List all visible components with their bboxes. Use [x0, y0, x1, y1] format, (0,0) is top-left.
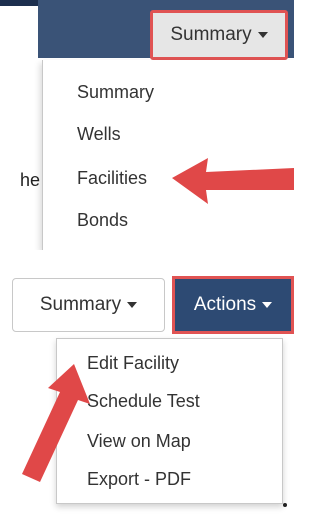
bottom-panel: Summary Actions Edit Facility Schedule T…: [0, 276, 294, 515]
tutorial-screenshot: Summary Summary Wells Facilities Bonds h…: [0, 0, 294, 515]
red-arrow-icon: [22, 364, 90, 482]
stray-dot: [283, 503, 287, 507]
top-panel: Summary Summary Wells Facilities Bonds h…: [0, 0, 294, 250]
red-arrow-icon: [172, 158, 294, 204]
